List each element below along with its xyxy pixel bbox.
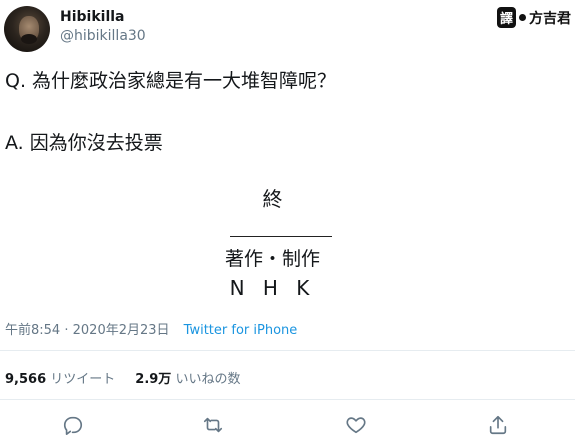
watermark-badge: 譯 (496, 7, 516, 28)
watermark-dot (519, 14, 526, 21)
retweet-count: 9,566 (5, 372, 47, 387)
meta-separator: · (64, 323, 69, 338)
divider-top (0, 350, 575, 351)
tweet-date[interactable]: 2020年2月23日 (73, 323, 170, 338)
credit-underline (230, 236, 332, 237)
heart-icon (346, 417, 366, 434)
reply-icon (63, 416, 83, 435)
credit-text: 著作・制作 (224, 248, 320, 270)
retweet-label: リツイート (50, 372, 116, 387)
tweet-time[interactable]: 午前8:54 (5, 323, 60, 338)
action-bar (0, 414, 575, 440)
like-button[interactable] (345, 414, 371, 440)
display-name[interactable]: Hibikilla (60, 9, 125, 25)
like-count: 2.9万 (135, 372, 172, 387)
like-stat[interactable]: 2.9万 いいねの数 (135, 372, 240, 387)
avatar[interactable] (4, 6, 50, 52)
tweet-stats: 9,566 リツイート 2.9万 いいねの数 (5, 368, 240, 387)
like-label: いいねの数 (175, 372, 241, 387)
tweet-question: Q. 為什麼政治家總是有一大堆智障呢？ (5, 70, 337, 92)
tweet-metadata: 午前8:54 · 2020年2月23日 Twitter for iPhone (5, 319, 297, 338)
watermark-name: 方吉君 (529, 10, 571, 27)
reply-button[interactable] (62, 414, 88, 440)
share-icon (489, 415, 507, 435)
avatar-beard (21, 34, 37, 44)
share-button[interactable] (487, 414, 513, 440)
retweet-stat[interactable]: 9,566 リツイート (5, 372, 115, 387)
end-mark: 終 (262, 187, 283, 211)
retweet-icon (203, 417, 223, 433)
network-text: N H K (229, 276, 316, 300)
tweet-source[interactable]: Twitter for iPhone (184, 323, 298, 338)
divider-bottom (0, 399, 575, 400)
retweet-button[interactable] (202, 414, 228, 440)
tweet-answer: A. 因為你沒去投票 (5, 132, 163, 154)
user-handle[interactable]: @hibikilla30 (60, 28, 146, 44)
translator-watermark: 譯 方吉君 (496, 7, 571, 28)
